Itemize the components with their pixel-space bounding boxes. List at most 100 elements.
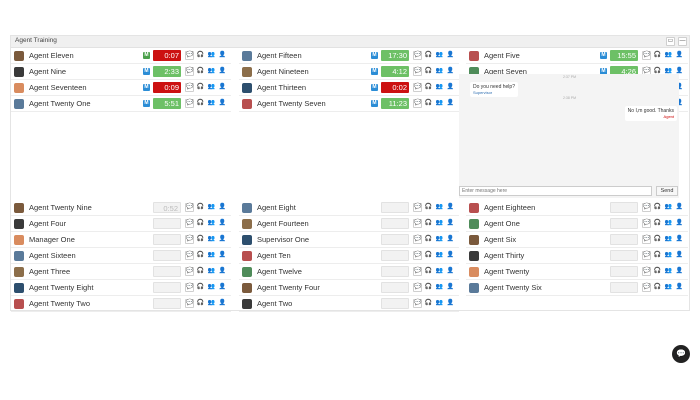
user-button[interactable]: 👤: [446, 219, 455, 228]
headset-button[interactable]: 🎧: [424, 251, 433, 260]
user-button[interactable]: 👤: [218, 83, 227, 92]
group-button[interactable]: 👥: [435, 83, 444, 92]
user-button[interactable]: 👤: [675, 251, 684, 260]
headset-button[interactable]: 🎧: [196, 99, 205, 108]
agent-row[interactable]: Agent One 💬 🎧 👥 👤: [466, 216, 688, 232]
group-button[interactable]: 👥: [664, 283, 673, 292]
agent-row[interactable]: Agent Eight 💬 🎧 👥 👤: [239, 200, 459, 216]
chat-button[interactable]: 💬: [413, 267, 422, 276]
user-button[interactable]: 👤: [446, 67, 455, 76]
agent-row[interactable]: Agent Twenty One M 5:51 💬 🎧 👥 👤: [11, 96, 231, 112]
group-button[interactable]: 👥: [435, 203, 444, 212]
agent-row[interactable]: Agent Twenty Six 💬 🎧 👥 👤: [466, 280, 688, 296]
chat-message-input[interactable]: [459, 186, 652, 196]
group-button[interactable]: 👥: [207, 235, 216, 244]
headset-button[interactable]: 🎧: [653, 283, 662, 292]
group-button[interactable]: 👥: [207, 51, 216, 60]
headset-button[interactable]: 🎧: [424, 267, 433, 276]
minimize-button[interactable]: —: [678, 37, 687, 46]
headset-button[interactable]: 🎧: [196, 283, 205, 292]
chat-button[interactable]: 💬: [413, 235, 422, 244]
user-button[interactable]: 👤: [218, 51, 227, 60]
headset-button[interactable]: 🎧: [196, 219, 205, 228]
group-button[interactable]: 👥: [435, 235, 444, 244]
chat-button[interactable]: 💬: [642, 251, 651, 260]
group-button[interactable]: 👥: [664, 267, 673, 276]
group-button[interactable]: 👥: [435, 299, 444, 308]
group-button[interactable]: 👥: [207, 99, 216, 108]
user-button[interactable]: 👤: [675, 219, 684, 228]
chat-button[interactable]: 💬: [413, 219, 422, 228]
chat-button[interactable]: 💬: [185, 267, 194, 276]
chat-button[interactable]: 💬: [185, 235, 194, 244]
group-button[interactable]: 👥: [664, 251, 673, 260]
headset-button[interactable]: 🎧: [424, 51, 433, 60]
chat-button[interactable]: 💬: [642, 51, 651, 60]
chat-button[interactable]: 💬: [185, 203, 194, 212]
user-button[interactable]: 👤: [446, 299, 455, 308]
chat-fab-button[interactable]: 💬: [672, 345, 690, 363]
user-button[interactable]: 👤: [218, 251, 227, 260]
headset-button[interactable]: 🎧: [653, 267, 662, 276]
chat-button[interactable]: 💬: [642, 267, 651, 276]
user-button[interactable]: 👤: [218, 203, 227, 212]
user-button[interactable]: 👤: [675, 283, 684, 292]
chat-button[interactable]: 💬: [642, 283, 651, 292]
headset-button[interactable]: 🎧: [424, 83, 433, 92]
agent-row[interactable]: Agent Six 💬 🎧 👥 👤: [466, 232, 688, 248]
agent-row[interactable]: Agent Three 💬 🎧 👥 👤: [11, 264, 231, 280]
headset-button[interactable]: 🎧: [196, 267, 205, 276]
chat-button[interactable]: 💬: [642, 219, 651, 228]
user-button[interactable]: 👤: [446, 267, 455, 276]
group-button[interactable]: 👥: [664, 235, 673, 244]
chat-button[interactable]: 💬: [642, 235, 651, 244]
agent-row[interactable]: Agent Twenty Two 💬 🎧 👥 👤: [11, 296, 231, 312]
agent-row[interactable]: Agent Sixteen 💬 🎧 👥 👤: [11, 248, 231, 264]
group-button[interactable]: 👥: [207, 67, 216, 76]
group-button[interactable]: 👥: [435, 99, 444, 108]
headset-button[interactable]: 🎧: [424, 203, 433, 212]
agent-row[interactable]: Agent Twelve 💬 🎧 👥 👤: [239, 264, 459, 280]
headset-button[interactable]: 🎧: [424, 235, 433, 244]
user-button[interactable]: 👤: [446, 235, 455, 244]
chat-button[interactable]: 💬: [185, 51, 194, 60]
chat-button[interactable]: 💬: [185, 299, 194, 308]
group-button[interactable]: 👥: [207, 267, 216, 276]
send-button[interactable]: Send: [656, 186, 678, 196]
chat-button[interactable]: 💬: [413, 99, 422, 108]
headset-button[interactable]: 🎧: [424, 99, 433, 108]
group-button[interactable]: 👥: [207, 283, 216, 292]
user-button[interactable]: 👤: [218, 99, 227, 108]
group-button[interactable]: 👥: [207, 83, 216, 92]
agent-row[interactable]: Agent Seventeen M 0:09 💬 🎧 👥 👤: [11, 80, 231, 96]
headset-button[interactable]: 🎧: [653, 203, 662, 212]
user-button[interactable]: 👤: [218, 67, 227, 76]
group-button[interactable]: 👥: [664, 203, 673, 212]
group-button[interactable]: 👥: [435, 283, 444, 292]
agent-row[interactable]: Agent Twenty Four 💬 🎧 👥 👤: [239, 280, 459, 296]
agent-row[interactable]: Agent Fifteen M 17:30 💬 🎧 👥 👤: [239, 48, 459, 64]
headset-button[interactable]: 🎧: [424, 67, 433, 76]
group-button[interactable]: 👥: [207, 251, 216, 260]
group-button[interactable]: 👥: [435, 219, 444, 228]
chat-button[interactable]: 💬: [185, 219, 194, 228]
group-button[interactable]: 👥: [664, 219, 673, 228]
chat-button[interactable]: 💬: [413, 51, 422, 60]
group-button[interactable]: 👥: [435, 267, 444, 276]
agent-row[interactable]: Agent Thirteen M 0:02 💬 🎧 👥 👤: [239, 80, 459, 96]
agent-row[interactable]: Agent Nineteen M 4:12 💬 🎧 👥 👤: [239, 64, 459, 80]
agent-row[interactable]: Agent Eleven M 0:07 💬 🎧 👥 👤: [11, 48, 231, 64]
chat-button[interactable]: 💬: [185, 67, 194, 76]
user-button[interactable]: 👤: [218, 235, 227, 244]
agent-row[interactable]: Agent Twenty Eight 💬 🎧 👥 👤: [11, 280, 231, 296]
headset-button[interactable]: 🎧: [424, 299, 433, 308]
headset-button[interactable]: 🎧: [653, 51, 662, 60]
agent-row[interactable]: Agent Thirty 💬 🎧 👥 👤: [466, 248, 688, 264]
user-button[interactable]: 👤: [675, 235, 684, 244]
user-button[interactable]: 👤: [675, 203, 684, 212]
agent-row[interactable]: Agent Fourteen 💬 🎧 👥 👤: [239, 216, 459, 232]
agent-row[interactable]: Agent Four 💬 🎧 👥 👤: [11, 216, 231, 232]
chat-button[interactable]: 💬: [413, 203, 422, 212]
agent-row[interactable]: Supervisor One 💬 🎧 👥 👤: [239, 232, 459, 248]
user-button[interactable]: 👤: [675, 51, 684, 60]
